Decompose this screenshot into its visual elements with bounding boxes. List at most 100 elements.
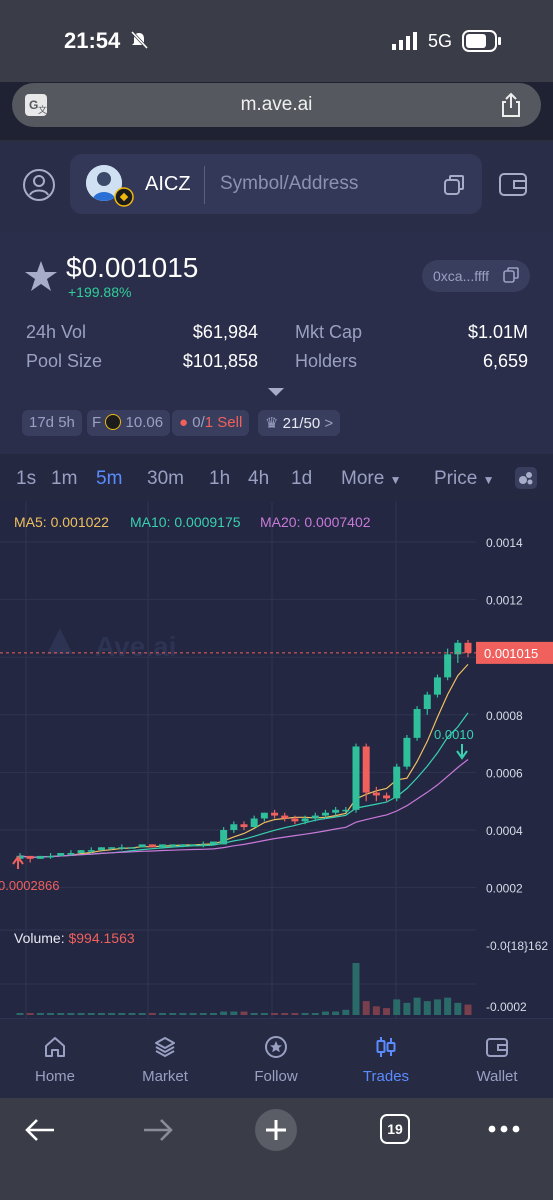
url-text: m.ave.ai [240, 94, 313, 115]
sell-label: 1 Sell [204, 414, 243, 431]
candle-body [301, 818, 309, 822]
fee-chip: F 10.06 [87, 410, 171, 436]
tab-follow[interactable]: Follow [221, 1019, 331, 1099]
top-nav: AICZ Symbol/Address [0, 142, 553, 232]
candle-body [260, 812, 268, 819]
tab-market-label: Market [142, 1068, 188, 1085]
more-dropdown[interactable]: More ▼ [341, 468, 401, 490]
forward-arrow-icon[interactable] [142, 1116, 174, 1144]
volume-bar [148, 1013, 156, 1015]
expand-triangle-icon[interactable] [266, 386, 286, 398]
more-options-icon[interactable] [487, 1124, 521, 1134]
volume-bar [230, 1011, 238, 1015]
volume-bar [179, 1013, 187, 1015]
price-dropdown[interactable]: Price ▼ [434, 468, 494, 490]
candle-body [209, 841, 217, 845]
indicator-settings-icon[interactable] [514, 466, 538, 490]
timeframe-bar: 1s 1m 5m 30m 1h 4h 1d More ▼ Price ▼ [0, 454, 553, 502]
volume-bar [199, 1013, 207, 1015]
age-text: 17d 5h [29, 414, 75, 431]
back-arrow-icon[interactable] [24, 1116, 56, 1144]
tf-4h[interactable]: 4h [248, 468, 269, 490]
volume-bar [362, 1001, 370, 1015]
volume-bar [352, 963, 360, 1015]
tf-1d[interactable]: 1d [291, 468, 312, 490]
candle-body [250, 818, 258, 828]
tf-1m[interactable]: 1m [51, 468, 77, 490]
candle-body [321, 812, 329, 816]
tabs-button[interactable]: 19 [380, 1114, 410, 1144]
candle-body [372, 792, 380, 796]
address-bar[interactable]: G 文 m.ave.ai [12, 83, 541, 127]
volume-bar [321, 1011, 329, 1015]
candle-body [342, 809, 350, 812]
ma20-line [19, 759, 469, 859]
tab-wallet[interactable]: Wallet [442, 1019, 552, 1099]
holders-chip[interactable]: ♛ 21/50 > [258, 410, 341, 436]
contract-address-pill[interactable]: 0xca...ffff [422, 260, 530, 292]
price-chart[interactable]: ▲ Ave.ai 0.0014 0.0012 0.0010 0.0008 0.0006 0… [0, 502, 553, 1018]
candle-body [97, 847, 105, 851]
tf-5m[interactable]: 5m [96, 468, 122, 490]
volume-bar [444, 997, 452, 1015]
token-search-box[interactable]: AICZ Symbol/Address [70, 154, 482, 214]
candle-body [311, 815, 319, 819]
volume-bar [159, 1013, 167, 1015]
favorite-star-icon[interactable] [24, 260, 58, 292]
tf-30m[interactable]: 30m [147, 468, 184, 490]
candle-body [433, 677, 441, 695]
tabs-count: 19 [387, 1121, 403, 1137]
volume-label: Volume: [14, 930, 65, 946]
volume-bar [372, 1006, 380, 1015]
tf-1s[interactable]: 1s [16, 468, 36, 490]
volume-bar [209, 1013, 217, 1015]
volume-bar [16, 1013, 24, 1015]
tab-home[interactable]: Home [0, 1019, 110, 1099]
sell-count: 0/ [192, 414, 205, 431]
tab-market[interactable]: Market [110, 1019, 220, 1099]
token-price: $0.001015 [66, 252, 199, 283]
status-time: 21:54 [64, 28, 121, 53]
more-label: More [341, 468, 385, 489]
volume-bar [454, 1002, 462, 1015]
volume-bar [311, 1013, 319, 1015]
new-tab-icon[interactable] [254, 1108, 298, 1152]
candle-body [240, 824, 248, 828]
status-bar: 21:54 5G [0, 0, 553, 82]
user-profile-icon[interactable] [22, 168, 56, 202]
candle-body [383, 795, 391, 799]
mcap-label: Mkt Cap [295, 322, 363, 342]
volume-bar [47, 1013, 55, 1015]
fee-value: 10.06 [125, 414, 164, 431]
wallet-icon[interactable] [498, 170, 528, 198]
candle-body [26, 855, 34, 859]
token-price-panel: $0.001015 +199.88% 0xca...ffff 24h Vol $… [0, 232, 553, 454]
y-tick-label: -0.0002 [486, 1000, 527, 1014]
y-tick-label: 0.0008 [486, 709, 523, 723]
candles [16, 639, 472, 863]
candle-body [118, 847, 126, 849]
tab-trades[interactable]: Trades [331, 1019, 441, 1099]
pool-label: Pool Size [26, 351, 103, 371]
tf-1h[interactable]: 1h [209, 468, 230, 490]
holders-label: Holders [295, 351, 358, 371]
chevron-right-icon: > [324, 415, 334, 432]
price-label: Price [434, 468, 478, 489]
volume-bar [36, 1013, 44, 1015]
watermark: Ave.ai [95, 631, 176, 662]
search-placeholder[interactable]: Symbol/Address [220, 173, 358, 195]
candle-body [179, 844, 187, 846]
money-bag-icon: ● [179, 414, 189, 431]
pool-value: $101,858 [182, 351, 258, 371]
copy-icon[interactable] [442, 173, 466, 197]
signal-icon [392, 32, 417, 50]
volume-readout: Volume: $994.1563 [14, 930, 135, 946]
candle-body [67, 853, 75, 855]
bnb-small-icon [105, 414, 122, 430]
share-icon[interactable] [499, 92, 523, 118]
bell-slash-icon [130, 30, 149, 50]
tab-wallet-label: Wallet [476, 1068, 518, 1085]
candle-body [108, 847, 116, 849]
copy-address-icon[interactable] [502, 266, 520, 284]
candle-body [169, 844, 177, 846]
